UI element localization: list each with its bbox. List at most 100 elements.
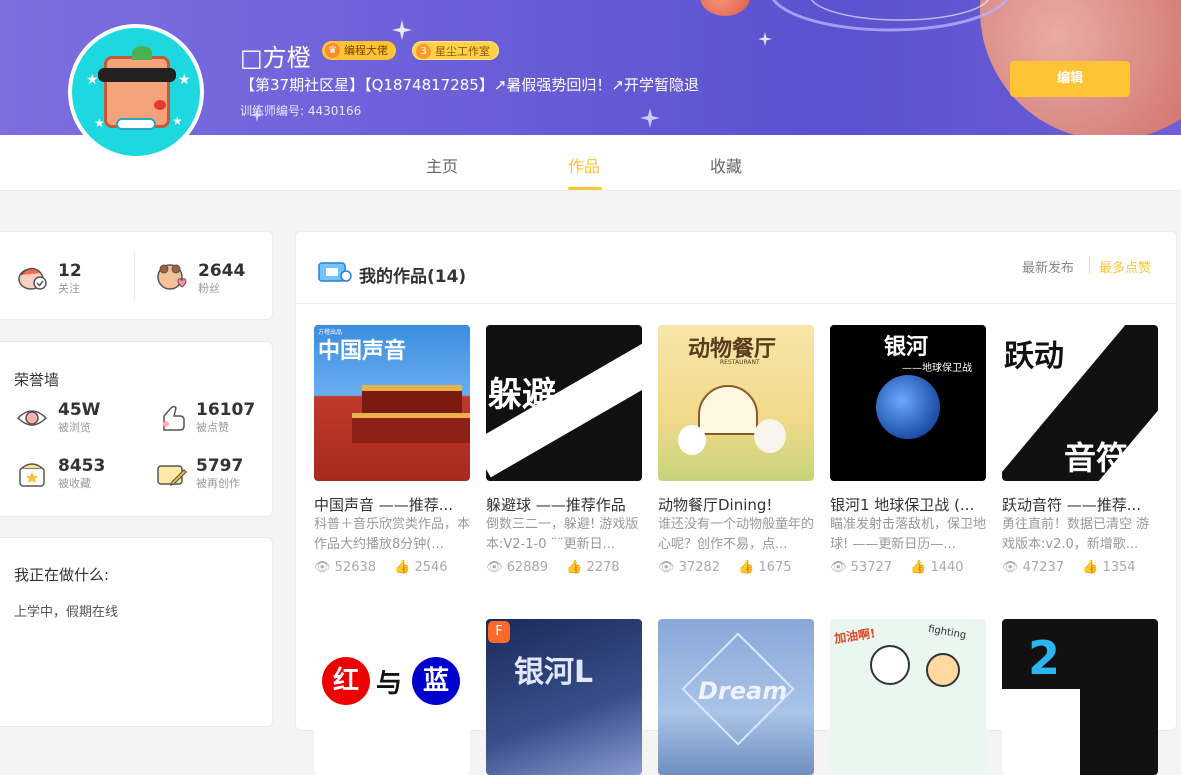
star-icon xyxy=(758,32,772,46)
orbit-decoration xyxy=(771,0,1009,32)
work-thumbnail[interactable]: 跃动 音符 xyxy=(1002,325,1158,481)
works-title: 我的作品(14) xyxy=(359,267,467,287)
sort-latest[interactable]: 最新发布 xyxy=(1022,257,1074,276)
views-label: 被浏览 xyxy=(58,421,91,434)
fans-label: 粉丝 xyxy=(198,282,220,295)
avatar-image: ★ ★ ★ ★ xyxy=(72,28,200,156)
avatar[interactable]: ★ ★ ★ ★ xyxy=(68,24,204,160)
thumbs-up-icon: 👍 xyxy=(394,560,411,575)
work-thumbnail[interactable]: Dream xyxy=(658,619,814,775)
following-label: 关注 xyxy=(58,282,80,295)
view-count: 62889 xyxy=(506,560,549,575)
like-count: 2278 xyxy=(586,560,620,575)
work-thumbnail[interactable]: 动物餐厅 RESTAURANT xyxy=(658,325,814,481)
like-count: 1440 xyxy=(930,560,964,575)
eye-icon: 👁 xyxy=(830,560,847,575)
work-thumbnail[interactable]: 银河 ——地球保卫战 xyxy=(830,325,986,481)
work-thumbnail[interactable]: F 银河L xyxy=(486,619,642,775)
thumbs-up-icon: 👍 xyxy=(1082,560,1099,575)
work-description: 科普＋音乐欣赏类作品，本作品大约播放8分钟(... xyxy=(314,517,471,552)
thumb-title: 加油啊! xyxy=(833,626,877,646)
thumb-figure xyxy=(926,653,960,687)
thumb-title: 银河L xyxy=(514,655,594,690)
badge-coder: ♛ 编程大佬 xyxy=(322,41,396,60)
work-stats: 👁 52638 👍 2546 xyxy=(314,560,448,575)
thumb-title: 2 xyxy=(1028,631,1061,685)
doing-title: 我正在做什么: xyxy=(14,566,110,584)
eye-icon: 👁 xyxy=(658,560,675,575)
thumb-title-2: 音符 xyxy=(1064,439,1129,477)
work-thumbnail[interactable]: 2 xyxy=(1002,619,1158,775)
collect-box-icon xyxy=(19,463,45,487)
work-title[interactable]: 中国声音 ——推荐... xyxy=(314,494,474,515)
thumb-blue-circle: 蓝 xyxy=(412,657,460,705)
thumb-red-circle: 红 xyxy=(322,657,370,705)
work-title[interactable]: 银河1 地球保卫战 (... xyxy=(830,494,990,515)
thumb-figure xyxy=(870,645,910,685)
thumb-title: Dream xyxy=(698,677,788,705)
thumb-earth xyxy=(876,375,940,439)
following-count[interactable]: 12 xyxy=(58,261,82,281)
like-count: 1354 xyxy=(1102,560,1136,575)
star-icon xyxy=(640,108,660,128)
tab-works[interactable]: 作品 xyxy=(568,153,600,177)
thumb-title-2: 球 xyxy=(590,415,624,455)
work-title[interactable]: 跃动音符 ——推荐... xyxy=(1002,494,1162,515)
remix-icon xyxy=(157,465,187,486)
likes-count: 16107 xyxy=(196,400,256,420)
thumb-title: 中国声音 xyxy=(318,339,407,364)
work-description: 瞄准发射击落敌机，保卫地球! ——更新日历—... xyxy=(830,517,987,552)
tab-home[interactable]: 主页 xyxy=(426,153,458,177)
doing-card: 我正在做什么: 上学中，假期在线 xyxy=(0,537,273,727)
work-thumbnail[interactable]: 躲避 球 xyxy=(486,325,642,481)
work-description: 谁还没有一个动物般童年的心呢？创作不易，点... xyxy=(658,517,815,552)
works-panel: 我的作品(14) 最新发布 最多点赞 方橙出品 中国声音 中国声音 ——推荐..… xyxy=(295,231,1177,775)
view-count: 47237 xyxy=(1022,560,1065,575)
work-title[interactable]: 动物餐厅Dining! xyxy=(658,494,818,515)
thumb-building xyxy=(362,385,462,415)
work-title[interactable]: 躲避球 ——推荐作品 xyxy=(486,494,646,515)
thumb-subtitle: ——地球保卫战 xyxy=(902,363,972,374)
trainer-id: 训练师编号: 4430166 xyxy=(240,104,362,118)
eye-icon: 👁 xyxy=(314,560,331,575)
thumbs-up-icon: 👍 xyxy=(566,560,583,575)
thumb-tile xyxy=(1080,619,1158,775)
badge-studio[interactable]: 3 星尘工作室 xyxy=(412,41,499,60)
user-name: □方橙 xyxy=(240,44,311,72)
work-thumbnail[interactable]: 红 与 蓝 xyxy=(314,619,470,775)
follow-card: 12 关注 2644 粉丝 xyxy=(0,231,273,320)
work-stats: 👁 47237 👍 1354 xyxy=(1002,560,1136,575)
works-header: 我的作品(14) 最新发布 最多点赞 xyxy=(296,232,1177,304)
doing-text: 上学中，假期在线 xyxy=(14,605,119,620)
thumbs-up-icon: 👍 xyxy=(910,560,927,575)
sort-popular[interactable]: 最多点赞 xyxy=(1099,257,1151,276)
work-stats: 👁 62889 👍 2278 xyxy=(486,560,620,575)
sort-divider xyxy=(1089,256,1090,274)
tab-collections[interactable]: 收藏 xyxy=(710,153,742,177)
thumb-subtitle: RESTAURANT xyxy=(720,359,760,366)
thumb-animal xyxy=(754,419,786,453)
thumb-title: 躲避 xyxy=(488,375,556,415)
edit-button[interactable]: 编辑 xyxy=(1010,61,1130,97)
thumb-animal xyxy=(678,425,706,455)
honor-wall-title: 荣誉墙 xyxy=(14,371,60,389)
thumb-house xyxy=(698,385,758,435)
likes-label: 被点赞 xyxy=(196,421,229,434)
thumbs-up-icon xyxy=(163,405,185,431)
remix-count: 5797 xyxy=(196,456,244,476)
view-count: 53727 xyxy=(850,560,893,575)
work-description: 勇往直前！数据已清空 游戏版本:v2.0，新增歌... xyxy=(1002,517,1150,552)
thumb-title: 跃动 xyxy=(1004,339,1064,374)
like-count: 1675 xyxy=(758,560,792,575)
like-count: 2546 xyxy=(414,560,448,575)
collect-count: 8453 xyxy=(58,456,106,476)
view-count: 37282 xyxy=(678,560,721,575)
thumbs-up-icon: 👍 xyxy=(738,560,755,575)
views-count: 45W xyxy=(58,400,101,420)
thumb-title: 银河 xyxy=(884,335,929,360)
fans-count[interactable]: 2644 xyxy=(198,261,245,281)
honor-wall-card: 荣誉墙 45W 被浏览 16107 被点赞 8453 被收藏 5797 被再创作 xyxy=(0,341,273,517)
work-thumbnail[interactable]: 加油啊! fighting xyxy=(830,619,986,775)
work-thumbnail[interactable]: 方橙出品 中国声音 xyxy=(314,325,470,481)
badge-coder-label: 编程大佬 xyxy=(344,44,388,57)
